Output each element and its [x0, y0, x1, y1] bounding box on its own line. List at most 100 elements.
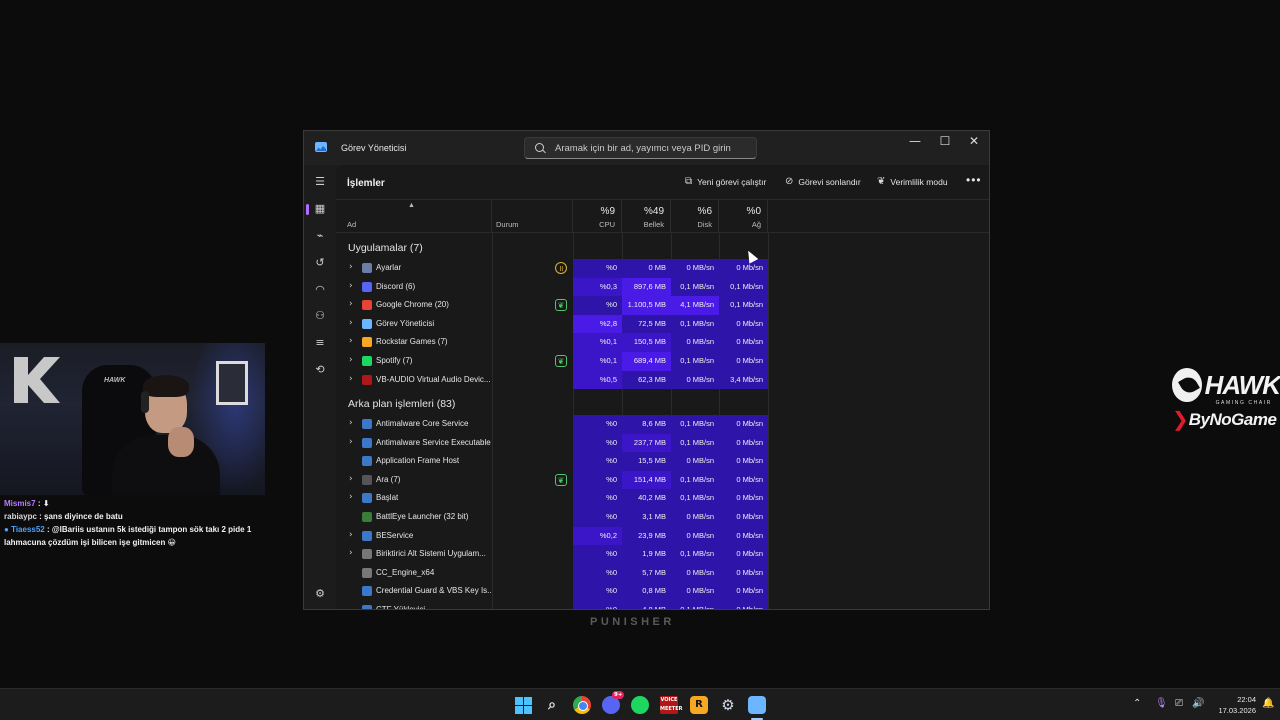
voicemeeter-icon[interactable]: VOICE MEETER: [660, 696, 682, 714]
process-name: Başlat: [376, 493, 399, 503]
system-clock[interactable]: 22:04 17.03.2026: [1208, 694, 1256, 716]
nav-processes-icon[interactable]: ▦: [306, 200, 329, 218]
discord-icon[interactable]: 9+: [602, 691, 625, 714]
process-row[interactable]: › BEService %0,2 23,9 MB 0 MB/sn 0 Mb/sn: [336, 526, 989, 546]
end-task-button[interactable]: ⊘ Görevi sonlandır: [785, 176, 861, 187]
search-input[interactable]: [555, 141, 750, 155]
network-cell: 0 Mb/sn: [719, 259, 768, 278]
chevron-right-icon[interactable]: ›: [349, 262, 353, 272]
nav-users-icon[interactable]: ⚇: [311, 307, 329, 325]
settings-gear-icon[interactable]: ⚙: [719, 696, 737, 714]
network-cell: 0 Mb/sn: [719, 526, 768, 546]
group-background-label: Arka plan işlemleri (83): [348, 398, 456, 410]
streamer-hand: [168, 427, 194, 457]
volume-icon[interactable]: 🔊: [1192, 698, 1204, 709]
chevron-right-icon[interactable]: ›: [349, 318, 353, 328]
process-row[interactable]: › Biriktirici Alt Sistemi Uygulam... %0 1,9…: [336, 545, 989, 564]
process-row[interactable]: › Antimalware Service Executable %0 237,7 M…: [336, 433, 989, 453]
process-row[interactable]: BattlEye Launcher (32 bit) %0 3,1 MB 0 MB/s…: [336, 508, 989, 527]
nav-details-icon[interactable]: ≡: [311, 334, 329, 352]
process-row[interactable]: › Discord (6) %0,3 897,6 MB 0,1 MB/sn 0,1 Mb/…: [336, 277, 989, 297]
run-new-task-button[interactable]: ⧉ Yeni görevi çalıştır: [685, 176, 766, 187]
chevron-right-icon[interactable]: ›: [349, 548, 353, 558]
rockstar-icon[interactable]: R: [690, 696, 708, 714]
process-row[interactable]: › Antimalware Core Service %0 8,6 MB 0,1 MB/…: [336, 415, 989, 434]
chevron-right-icon[interactable]: ›: [349, 336, 353, 346]
column-memory[interactable]: %49 Bellek: [622, 200, 671, 233]
chevron-right-icon[interactable]: ›: [349, 418, 353, 428]
process-row[interactable]: › VB-AUDIO Virtual Audio Devic... %0,5 62,3…: [336, 370, 989, 390]
process-row[interactable]: Credential Guard & VBS Key Is... %0 0,8 MB…: [336, 582, 989, 601]
close-button[interactable]: ✕: [959, 131, 989, 153]
process-row[interactable]: › Başlat %0 40,2 MB 0,1 MB/sn 0 Mb/sn: [336, 489, 989, 508]
streamer-hair: [143, 375, 189, 397]
taskbar-search-icon[interactable]: ⌕: [543, 696, 561, 714]
more-options-button[interactable]: •••: [966, 173, 982, 187]
chat-username: Tiaess52: [11, 525, 45, 534]
chevron-right-icon[interactable]: ›: [349, 355, 353, 365]
chevron-right-icon[interactable]: ›: [349, 530, 353, 540]
efficiency-mode-button[interactable]: ❦ Verimlilik modu: [877, 176, 948, 187]
chevron-right-icon[interactable]: ›: [349, 474, 353, 484]
nav-services-icon[interactable]: ⟲: [311, 361, 329, 379]
nav-app-history-icon[interactable]: ↺: [311, 254, 329, 272]
hamburger-menu-icon[interactable]: ☰: [311, 173, 329, 191]
process-row[interactable]: › Ayarlar ॥ %0 0 MB 0 MB/sn 0 Mb/sn: [336, 259, 989, 278]
column-status[interactable]: Durum: [492, 200, 573, 233]
memory-cell: 8,6 MB: [622, 415, 671, 434]
chrome-icon[interactable]: [573, 696, 591, 714]
title-bar[interactable]: Görev Yöneticisi — ☐ ✕: [304, 131, 989, 165]
process-row[interactable]: › Ara (7) ❦ %0 151,4 MB 0,1 MB/sn 0 Mb/sn: [336, 470, 989, 490]
maximize-button[interactable]: ☐: [930, 131, 960, 153]
process-row[interactable]: › Rockstar Games (7) %0,1 150,5 MB 0 MB/sn 0 …: [336, 333, 989, 352]
column-network[interactable]: %0 Ağ: [719, 200, 768, 233]
suspended-icon: ॥: [555, 262, 567, 274]
column-cpu[interactable]: %9 CPU: [573, 200, 622, 233]
process-icon: [362, 374, 372, 385]
process-row[interactable]: CC_Engine_x64 %0 5,7 MB 0 MB/sn 0 Mb/sn: [336, 563, 989, 583]
search-box[interactable]: [524, 137, 757, 159]
start-button[interactable]: [514, 696, 532, 714]
chevron-right-icon[interactable]: ›: [349, 281, 353, 291]
spotify-icon[interactable]: [631, 696, 649, 714]
chevron-right-icon[interactable]: ›: [349, 299, 353, 309]
chat-message: Mismis7 : ⬇: [4, 497, 266, 510]
nav-startup-apps-icon[interactable]: ◠: [311, 281, 329, 299]
network-cell: 0 Mb/sn: [719, 333, 768, 352]
chevron-right-icon[interactable]: ›: [349, 437, 353, 447]
process-row[interactable]: › Google Chrome (20) ❦ %0 1.100,5 MB 4,1 MB/s…: [336, 296, 989, 315]
chevron-up-icon[interactable]: ⌃: [1133, 698, 1141, 709]
taskbar: ⌕ 9+ VOICE MEETER R ⚙ ⌃ 🎙 ⎚ 🔊 22:04 17.0…: [0, 688, 1280, 720]
column-disk[interactable]: %6 Disk: [671, 200, 719, 233]
process-list: Uygulamalar (7) › Ayarlar ॥ %0 0 MB 0 MB/sn 0 …: [336, 233, 989, 609]
end-task-label: Görevi sonlandır: [798, 176, 861, 187]
column-name[interactable]: ▲ Ad: [336, 200, 492, 233]
chevron-right-icon[interactable]: ›: [349, 492, 353, 502]
cpu-cell: %0: [573, 259, 622, 278]
column-cpu-label: CPU: [599, 220, 615, 229]
chevron-right-icon[interactable]: ›: [349, 374, 353, 384]
memory-cell: 151,4 MB: [622, 470, 671, 490]
process-icon: [362, 530, 372, 541]
process-row[interactable]: Application Frame Host %0 15,5 MB 0 MB/sn 0 …: [336, 452, 989, 471]
notification-bell-icon[interactable]: 🔔: [1262, 698, 1274, 709]
memory-cell: 4,8 MB: [622, 601, 671, 609]
cpu-total: %9: [600, 206, 615, 217]
minimize-button[interactable]: —: [900, 131, 930, 153]
microphone-icon[interactable]: 🎙: [1155, 698, 1168, 709]
process-row[interactable]: › Spotify (7) ❦ %0,1 689,4 MB 0,1 MB/sn 0 Mb/s…: [336, 352, 989, 371]
process-name: Biriktirici Alt Sistemi Uygulam...: [376, 549, 486, 559]
nav-performance-icon[interactable]: ⌁: [311, 227, 329, 245]
process-icon: [362, 567, 372, 578]
process-icon: [362, 356, 372, 366]
process-row[interactable]: CTF Yükleyici %0 4,8 MB 0,1 MB/sn 0 Mb/sn: [336, 601, 989, 609]
disk-cell: 0,1 MB/sn: [671, 314, 719, 334]
nav-settings-icon[interactable]: ⚙: [311, 585, 329, 603]
network-icon[interactable]: ⎚: [1175, 698, 1183, 709]
leaf-icon: ❦: [877, 176, 886, 187]
cpu-cell: %0: [573, 508, 622, 527]
task-manager-taskbar-icon[interactable]: [748, 696, 766, 714]
wall-picture-frame: [216, 361, 248, 405]
network-total: %0: [746, 206, 761, 217]
process-row[interactable]: › Görev Yöneticisi %2,8 72,5 MB 0,1 MB/sn 0 M…: [336, 314, 989, 334]
